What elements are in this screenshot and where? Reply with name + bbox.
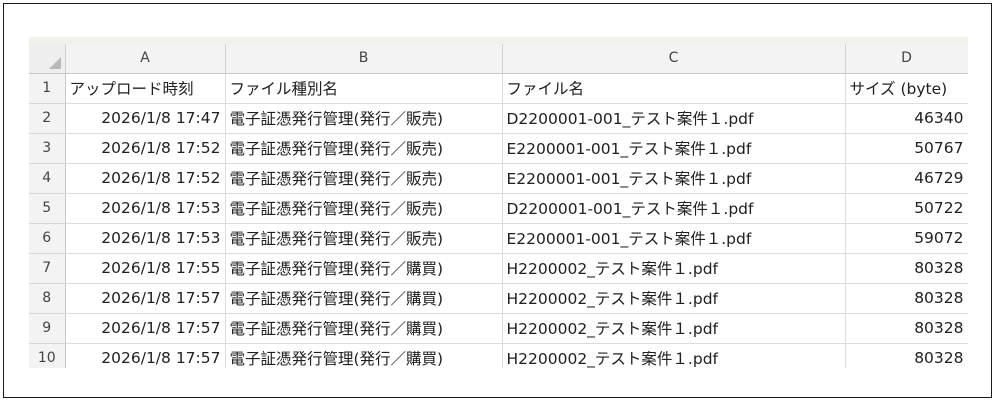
column-header-a[interactable]: A (65, 44, 226, 74)
cell-size-header[interactable]: サイズ (byte) (845, 73, 968, 104)
cell-upload-time[interactable]: 2026/1/8 17:52 (65, 133, 226, 164)
cell-size[interactable]: 50722 (845, 193, 968, 224)
table-row: 7 2026/1/8 17:55 電子証憑発行管理(発行／購買) H220000… (29, 253, 968, 284)
table-row: 5 2026/1/8 17:53 電子証憑発行管理(発行／販売) D220000… (29, 193, 968, 224)
cell-file-name[interactable]: E2200001-001_テスト案件１.pdf (502, 223, 846, 254)
column-header-row: A B C D (29, 44, 968, 74)
row-header[interactable]: 7 (29, 253, 66, 284)
row-header[interactable]: 1 (29, 73, 66, 104)
table-row: 10 2026/1/8 17:57 電子証憑発行管理(発行／購買) H22000… (29, 343, 968, 368)
cell-upload-time[interactable]: 2026/1/8 17:52 (65, 163, 226, 194)
cell-file-name-header[interactable]: ファイル名 (502, 73, 846, 104)
row-header[interactable]: 8 (29, 283, 66, 314)
select-all-corner[interactable] (29, 44, 66, 74)
cell-file-type[interactable]: 電子証憑発行管理(発行／購買) (225, 283, 503, 314)
cell-upload-time[interactable]: 2026/1/8 17:47 (65, 103, 226, 134)
row-header[interactable]: 9 (29, 313, 66, 344)
cell-upload-time[interactable]: 2026/1/8 17:57 (65, 313, 226, 344)
row-header[interactable]: 5 (29, 193, 66, 224)
cell-file-name[interactable]: H2200002_テスト案件１.pdf (502, 313, 846, 344)
row-header[interactable]: 2 (29, 103, 66, 134)
table-row: 6 2026/1/8 17:53 電子証憑発行管理(発行／販売) E220000… (29, 223, 968, 254)
cell-file-name[interactable]: D2200001-001_テスト案件１.pdf (502, 103, 846, 134)
cell-file-name[interactable]: H2200002_テスト案件１.pdf (502, 253, 846, 284)
cell-file-type-header[interactable]: ファイル種別名 (225, 73, 503, 104)
column-header-c[interactable]: C (502, 44, 846, 74)
cell-file-name[interactable]: H2200002_テスト案件１.pdf (502, 283, 846, 314)
table-row: 2 2026/1/8 17:47 電子証憑発行管理(発行／販売) D220000… (29, 103, 968, 134)
cell-size[interactable]: 59072 (845, 223, 968, 254)
ribbon-edge (29, 37, 968, 44)
cell-size[interactable]: 80328 (845, 343, 968, 368)
cell-file-name[interactable]: E2200001-001_テスト案件１.pdf (502, 133, 846, 164)
cell-file-type[interactable]: 電子証憑発行管理(発行／販売) (225, 163, 503, 194)
column-header-b[interactable]: B (225, 44, 503, 74)
table-row: 9 2026/1/8 17:57 電子証憑発行管理(発行／購買) H220000… (29, 313, 968, 344)
cell-file-type[interactable]: 電子証憑発行管理(発行／販売) (225, 103, 503, 134)
cell-file-type[interactable]: 電子証憑発行管理(発行／購買) (225, 253, 503, 284)
cell-file-name[interactable]: D2200001-001_テスト案件１.pdf (502, 193, 846, 224)
row-header[interactable]: 4 (29, 163, 66, 194)
cell-upload-time[interactable]: 2026/1/8 17:57 (65, 343, 226, 368)
cell-size[interactable]: 46729 (845, 163, 968, 194)
row-header[interactable]: 3 (29, 133, 66, 164)
spreadsheet-grid[interactable]: A B C D 1 アップロード時刻 ファイル種別名 ファイル名 サイズ (by… (29, 44, 968, 368)
cell-upload-time[interactable]: 2026/1/8 17:57 (65, 283, 226, 314)
cell-upload-time[interactable]: 2026/1/8 17:53 (65, 193, 226, 224)
cell-upload-time[interactable]: 2026/1/8 17:55 (65, 253, 226, 284)
cell-file-type[interactable]: 電子証憑発行管理(発行／販売) (225, 193, 503, 224)
table-row: 3 2026/1/8 17:52 電子証憑発行管理(発行／販売) E220000… (29, 133, 968, 164)
cell-size[interactable]: 50767 (845, 133, 968, 164)
cell-file-type[interactable]: 電子証憑発行管理(発行／販売) (225, 223, 503, 254)
cell-file-name[interactable]: H2200002_テスト案件１.pdf (502, 343, 846, 368)
cell-table: A B C D 1 アップロード時刻 ファイル種別名 ファイル名 サイズ (by… (29, 44, 968, 368)
cell-file-type[interactable]: 電子証憑発行管理(発行／販売) (225, 133, 503, 164)
cell-file-type[interactable]: 電子証憑発行管理(発行／購買) (225, 313, 503, 344)
cell-size[interactable]: 80328 (845, 283, 968, 314)
cell-file-name[interactable]: E2200001-001_テスト案件１.pdf (502, 163, 846, 194)
table-row: 4 2026/1/8 17:52 電子証憑発行管理(発行／販売) E220000… (29, 163, 968, 194)
cell-upload-time-header[interactable]: アップロード時刻 (65, 73, 226, 104)
cell-size[interactable]: 46340 (845, 103, 968, 134)
table-row: 8 2026/1/8 17:57 電子証憑発行管理(発行／購買) H220000… (29, 283, 968, 314)
cell-upload-time[interactable]: 2026/1/8 17:53 (65, 223, 226, 254)
select-all-icon (48, 56, 61, 69)
column-header-d[interactable]: D (845, 44, 968, 74)
cell-size[interactable]: 80328 (845, 253, 968, 284)
row-header[interactable]: 10 (29, 343, 66, 368)
table-row: 1 アップロード時刻 ファイル種別名 ファイル名 サイズ (byte) (29, 73, 968, 104)
cell-file-type[interactable]: 電子証憑発行管理(発行／購買) (225, 343, 503, 368)
row-header[interactable]: 6 (29, 223, 66, 254)
cell-size[interactable]: 80328 (845, 313, 968, 344)
